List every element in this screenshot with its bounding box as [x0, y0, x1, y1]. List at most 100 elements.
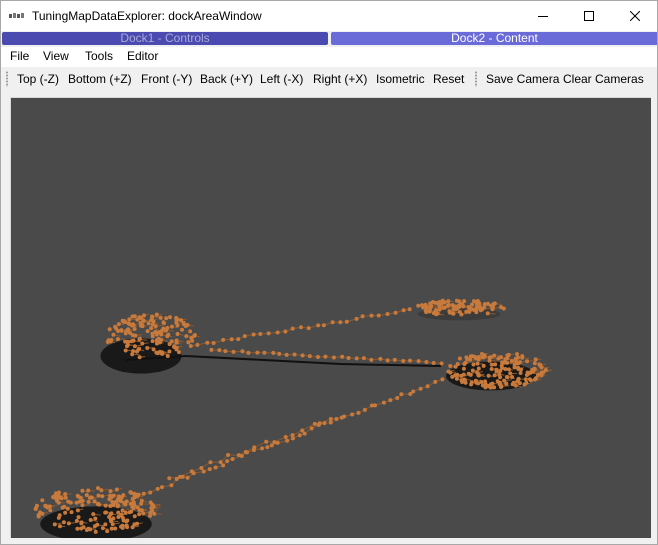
- view-top-button[interactable]: Top (-Z): [17, 72, 59, 86]
- track-point: [472, 299, 477, 304]
- close-button[interactable]: [612, 1, 657, 31]
- track-point: [272, 440, 277, 445]
- view-right-button[interactable]: Right (+X): [313, 72, 367, 86]
- track-point: [105, 339, 110, 344]
- view-left-button[interactable]: Left (-X): [260, 72, 303, 86]
- track-point: [56, 515, 61, 520]
- track-point: [501, 306, 506, 311]
- title-bar[interactable]: TuningMapDataExplorer: dockAreaWindow: [1, 1, 657, 31]
- track-point: [468, 357, 473, 362]
- track-point: [123, 339, 128, 344]
- view-front-button[interactable]: Front (-Y): [141, 72, 192, 86]
- track-point: [99, 488, 104, 493]
- track-point: [47, 504, 52, 509]
- track-point: [462, 362, 467, 367]
- track-point: [65, 506, 70, 511]
- track-point: [485, 311, 490, 316]
- track-point: [401, 308, 406, 313]
- track-point: [125, 518, 130, 523]
- track-point: [123, 510, 128, 515]
- track-point: [385, 311, 390, 316]
- track-point: [516, 361, 521, 366]
- track-point: [149, 318, 154, 323]
- track-point: [174, 340, 179, 345]
- track-point: [207, 467, 212, 472]
- track-point: [425, 384, 430, 389]
- track-point: [110, 499, 115, 504]
- track-point: [107, 327, 112, 332]
- dock-tab-content[interactable]: Dock2 - Content: [331, 32, 657, 45]
- track-point: [392, 357, 397, 362]
- track-point: [467, 305, 472, 310]
- track-point: [209, 347, 214, 352]
- track-point: [92, 499, 97, 504]
- track-point: [75, 526, 80, 531]
- track-point: [299, 325, 304, 330]
- track-point: [376, 313, 381, 318]
- minimize-button[interactable]: [520, 1, 566, 31]
- track-point: [221, 337, 226, 342]
- track-point: [498, 380, 503, 385]
- dock-tab-controls[interactable]: Dock1 - Controls: [2, 32, 328, 45]
- track-point: [165, 354, 170, 359]
- track-point: [148, 513, 153, 518]
- track-point: [93, 529, 98, 534]
- dock-tab-bar: Dock1 - Controls Dock2 - Content: [1, 32, 657, 46]
- track-point: [151, 347, 156, 352]
- menu-file[interactable]: File: [10, 49, 29, 63]
- track-point: [252, 445, 257, 450]
- menu-editor[interactable]: Editor: [127, 49, 158, 63]
- menu-view[interactable]: View: [43, 49, 69, 63]
- save-camera-button[interactable]: Save Camera: [486, 72, 559, 86]
- track-point: [316, 323, 321, 328]
- track-point: [338, 320, 343, 325]
- track-point: [292, 352, 297, 357]
- maximize-button[interactable]: [566, 1, 612, 31]
- track-point: [424, 310, 429, 315]
- track-point: [489, 366, 494, 371]
- view-back-button[interactable]: Back (+Y): [200, 72, 253, 86]
- view-bottom-button[interactable]: Bottom (+Z): [68, 72, 132, 86]
- track-point: [229, 337, 234, 342]
- track-point: [469, 380, 474, 385]
- toolbar-grip-handle[interactable]: [6, 71, 8, 87]
- menu-tools[interactable]: Tools: [85, 49, 113, 63]
- track-point: [505, 360, 510, 365]
- track-point: [478, 306, 483, 311]
- track-point: [125, 525, 130, 530]
- track-point: [44, 504, 49, 509]
- track-point: [127, 317, 132, 322]
- track-point: [189, 469, 194, 474]
- view-reset-button[interactable]: Reset: [433, 72, 464, 86]
- track-point: [149, 326, 154, 331]
- render-viewport[interactable]: [10, 97, 651, 538]
- track-point: [155, 486, 160, 491]
- track-point: [516, 365, 521, 370]
- track-point: [63, 495, 68, 500]
- track-point: [369, 313, 374, 318]
- track-point: [262, 350, 267, 355]
- track-point: [66, 499, 71, 504]
- toolbar-grip-handle[interactable]: [475, 71, 477, 87]
- track-point: [165, 334, 170, 339]
- track-point: [189, 335, 194, 340]
- track-point: [93, 516, 98, 521]
- track-point: [510, 375, 515, 380]
- track-point: [323, 354, 328, 359]
- track-point: [92, 524, 97, 529]
- track-point: [524, 380, 529, 385]
- track-point: [217, 348, 222, 353]
- track-point: [188, 329, 193, 334]
- track-point: [266, 331, 271, 336]
- track-point: [491, 302, 496, 307]
- view-isometric-button[interactable]: Isometric: [376, 72, 425, 86]
- track-point: [344, 319, 349, 324]
- track-point: [499, 385, 504, 390]
- track-point: [153, 330, 158, 335]
- track-point: [103, 503, 108, 508]
- track-point: [346, 356, 351, 361]
- track-point: [378, 356, 383, 361]
- track-point: [461, 372, 466, 377]
- track-point: [129, 509, 134, 514]
- clear-cameras-button[interactable]: Clear Cameras: [563, 72, 644, 86]
